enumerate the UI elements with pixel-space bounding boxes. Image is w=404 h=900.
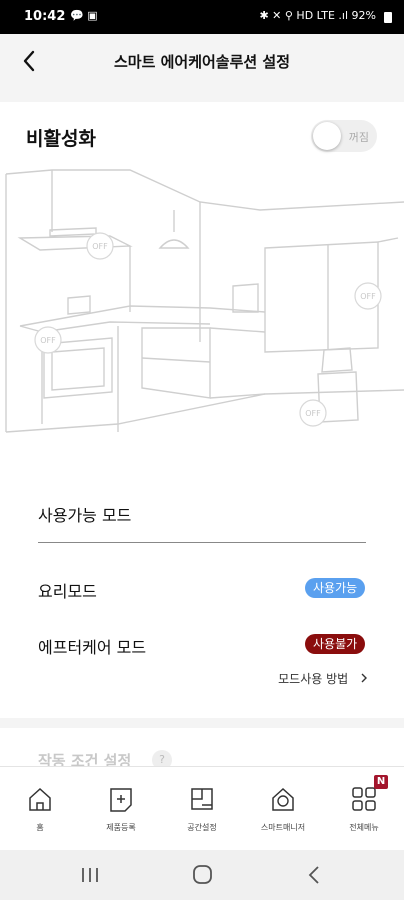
home-icon	[29, 787, 51, 811]
off-label: OFF	[305, 409, 321, 418]
grid-menu-icon	[352, 787, 376, 811]
back-arrow-icon	[308, 866, 319, 884]
mode-row-cooking: 요리모드	[38, 578, 97, 602]
help-icon[interactable]: ?	[152, 750, 172, 766]
tab-label: 홈	[36, 823, 44, 832]
signal-icons: ✱ ✕ ⚲ HD LTE .ıl	[259, 9, 349, 22]
tab-all-menu[interactable]: N 전체메뉴	[324, 767, 404, 851]
toggle-knob	[313, 122, 341, 150]
off-label: OFF	[40, 336, 56, 345]
off-label: OFF	[92, 242, 108, 251]
toggle-label: 꺼짐	[348, 131, 369, 144]
recents-button[interactable]	[70, 862, 110, 888]
mode-guide-link[interactable]: 모드사용 방법	[278, 670, 370, 687]
tab-label: 스마트매니저	[260, 823, 306, 832]
activation-toggle[interactable]: 꺼짐	[311, 120, 377, 152]
operating-conditions-label: 작동 조건 설정	[38, 752, 132, 766]
tab-label: 제품등록	[106, 823, 136, 832]
bottom-tab-bar: 홈 제품등록 공간설정 스마트매니저 N 전체메뉴	[0, 766, 404, 851]
home-circle-icon	[193, 865, 212, 884]
tab-label: 전체메뉴	[349, 823, 379, 832]
mode-label: 에프터케어 모드	[38, 638, 147, 657]
page-title: 스마트 에어케어솔루션 설정	[113, 53, 291, 71]
available-modes-header: 사용가능 모드	[38, 506, 132, 525]
tab-home[interactable]: 홈	[0, 767, 80, 851]
status-right: ✱ ✕ ⚲ HD LTE .ıl 92%	[259, 9, 376, 22]
main-card: 비활성화 꺼짐 OFF OFF OFF OFF 사용가능 모드 요리모드 사용가…	[0, 102, 404, 718]
status-time: 10:42	[24, 9, 66, 24]
off-label: OFF	[360, 292, 376, 301]
battery-icon	[384, 12, 392, 23]
operating-conditions-section: 작동 조건 설정 ?	[0, 718, 404, 766]
operating-conditions-card[interactable]: 작동 조건 설정 ?	[0, 728, 404, 766]
divider	[38, 542, 366, 543]
status-bar: 10:42 💬 ▣ ✱ ✕ ⚲ HD LTE .ıl 92%	[0, 0, 404, 34]
status-badge: 사용가능	[305, 578, 366, 598]
recents-icon	[82, 868, 98, 882]
kitchen-illustration: OFF OFF OFF OFF	[5, 169, 404, 433]
tab-smart-manager[interactable]: 스마트매니저	[243, 767, 323, 851]
tab-space-settings[interactable]: 공간설정	[162, 767, 242, 851]
space-settings-icon	[191, 788, 213, 810]
system-nav-bar	[0, 850, 404, 900]
new-badge: N	[374, 775, 388, 789]
mode-label: 요리모드	[38, 582, 97, 601]
back-nav-button[interactable]	[294, 862, 334, 888]
mode-guide-label: 모드사용 방법	[278, 672, 349, 686]
product-register-icon	[110, 788, 132, 812]
chevron-right-icon	[361, 673, 367, 683]
mode-row-aftercare: 에프터케어 모드	[38, 634, 146, 658]
battery-percent: 92%	[351, 9, 376, 22]
smart-manager-icon	[272, 787, 294, 811]
notification-icons: 💬 ▣	[70, 9, 98, 22]
tab-label: 공간설정	[187, 823, 217, 832]
home-nav-button[interactable]	[182, 862, 222, 888]
app-header: 스마트 에어케어솔루션 설정	[0, 34, 404, 90]
status-badge: 사용불가	[305, 634, 366, 654]
activation-title: 비활성화	[26, 128, 96, 150]
tab-product-register[interactable]: 제품등록	[81, 767, 161, 851]
